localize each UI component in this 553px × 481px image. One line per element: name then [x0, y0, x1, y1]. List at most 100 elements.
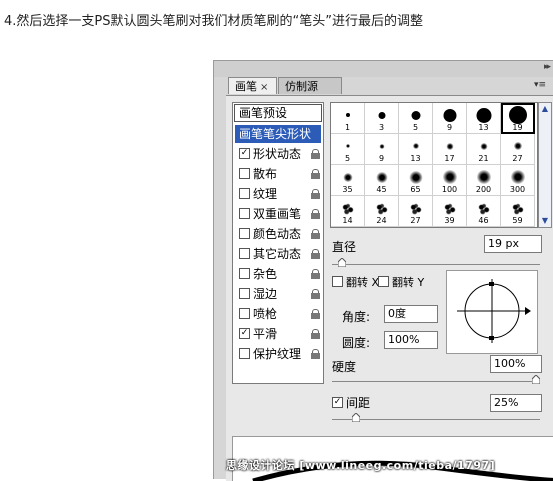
lock-icon[interactable]	[311, 209, 320, 219]
brush-tip-cell[interactable]: 1	[331, 103, 365, 134]
hardness-slider-track[interactable]	[332, 381, 540, 382]
brush-option-1[interactable]: ✓ 形状动态	[235, 145, 321, 163]
lock-icon[interactable]	[311, 349, 320, 359]
spacing[interactable]: ✓ 间距	[332, 394, 370, 411]
close-icon[interactable]: ×	[260, 82, 268, 93]
collapse-icon[interactable]: ▸▸	[544, 62, 551, 72]
brush-option-7[interactable]: 杂色	[235, 265, 321, 283]
brush-tip-cell[interactable]: 300	[501, 165, 535, 196]
brush-option-label: 湿边	[253, 287, 278, 301]
hardness-field[interactable]: 100%	[490, 355, 542, 373]
flip-y[interactable]: 翻转 Y	[378, 274, 424, 290]
brush-size-label: 27	[410, 216, 421, 225]
soft-brush-icon	[476, 170, 491, 184]
flip-y-checkbox[interactable]	[378, 276, 389, 287]
brush-option-checkbox[interactable]: ✓	[239, 148, 250, 159]
spacing-checkbox[interactable]: ✓	[332, 397, 343, 408]
brush-tip-cell[interactable]: 24	[365, 196, 399, 227]
brush-tip-cell[interactable]: 17	[433, 134, 467, 165]
brush-tip-cell[interactable]: 35	[331, 165, 365, 196]
tab-clone-source[interactable]: 仿制源	[278, 77, 342, 94]
brush-option-checkbox[interactable]	[239, 168, 250, 179]
spacing-slider-thumb[interactable]	[352, 413, 360, 422]
brush-tip-cell[interactable]: 3	[365, 103, 399, 134]
soft-brush-icon	[510, 170, 525, 184]
brush-option-11[interactable]: 保护纹理	[235, 345, 321, 363]
scroll-down-icon[interactable]: ▼	[540, 216, 550, 226]
angle-roundness-preview[interactable]	[446, 270, 538, 354]
hardness-slider-thumb[interactable]	[532, 375, 540, 384]
brush-option-checkbox[interactable]	[239, 188, 250, 199]
brush-grid-scrollbar[interactable]: ▲ ▼	[538, 102, 552, 228]
brush-option-3[interactable]: 纹理	[235, 185, 321, 203]
brush-tip-cell[interactable]: 5	[399, 103, 433, 134]
brush-option-checkbox[interactable]	[239, 268, 250, 279]
flip-x[interactable]: 翻转 X	[332, 274, 379, 290]
brush-option-2[interactable]: 散布	[235, 165, 321, 183]
brush-presets-button[interactable]: 画笔预设	[234, 104, 322, 122]
lock-icon[interactable]	[311, 189, 320, 199]
brush-size-label: 3	[378, 123, 385, 132]
brush-option-checkbox[interactable]	[239, 228, 250, 239]
brush-tip-cell[interactable]: 45	[365, 165, 399, 196]
diameter-slider-track[interactable]	[332, 264, 540, 265]
brush-tip-cell[interactable]: 13	[467, 103, 501, 134]
soft-brush-icon	[409, 170, 422, 184]
brush-size-label: 9	[378, 154, 385, 163]
brush-tip-cell[interactable]: 46	[467, 196, 501, 227]
lock-icon[interactable]	[311, 249, 320, 259]
brush-tip-cell[interactable]: 65	[399, 165, 433, 196]
brush-tip-cell[interactable]: 9	[365, 134, 399, 165]
diameter-slider-thumb[interactable]	[338, 258, 346, 267]
crosshair-icon	[457, 279, 531, 343]
brush-tip-cell[interactable]: 100	[433, 165, 467, 196]
tab-brush[interactable]: 画笔 ×	[228, 77, 277, 94]
brush-tip-cell[interactable]: 21	[467, 134, 501, 165]
brush-tip-cell[interactable]: 39	[433, 196, 467, 227]
brush-option-checkbox[interactable]	[239, 288, 250, 299]
brush-tip-cell[interactable]: 19	[501, 103, 535, 134]
brush-option-label: 杂色	[253, 267, 278, 281]
brush-option-0[interactable]: 画笔笔尖形状	[235, 125, 321, 143]
lock-icon[interactable]	[311, 269, 320, 279]
brush-option-checkbox[interactable]	[239, 348, 250, 359]
brush-option-10[interactable]: ✓ 平滑	[235, 325, 321, 343]
panel-title-bar[interactable]: ▸▸	[214, 61, 553, 77]
brush-option-9[interactable]: 喷枪	[235, 305, 321, 323]
brush-option-checkbox[interactable]	[239, 248, 250, 259]
brush-size-label: 39	[444, 216, 455, 225]
spacing-field[interactable]: 25%	[490, 394, 542, 412]
brush-option-5[interactable]: 颜色动态	[235, 225, 321, 243]
brush-tip-cell[interactable]: 14	[331, 196, 365, 227]
brush-option-6[interactable]: 其它动态	[235, 245, 321, 263]
brush-option-8[interactable]: 湿边	[235, 285, 321, 303]
brush-option-checkbox[interactable]	[239, 208, 250, 219]
brush-tip-cell[interactable]: 13	[399, 134, 433, 165]
brush-tip-cell[interactable]: 27	[399, 196, 433, 227]
brush-tip-cell[interactable]: 9	[433, 103, 467, 134]
lock-icon[interactable]	[311, 329, 320, 339]
brush-option-checkbox[interactable]	[239, 308, 250, 319]
scroll-up-icon[interactable]: ▲	[540, 104, 550, 114]
brush-option-4[interactable]: 双重画笔	[235, 205, 321, 223]
lock-icon[interactable]	[311, 229, 320, 239]
lock-icon[interactable]	[311, 149, 320, 159]
panel-menu-icon[interactable]: ▾≡	[533, 79, 547, 91]
brush-tip-cell[interactable]: 59	[501, 196, 535, 227]
angle-field[interactable]: 0度	[384, 305, 438, 323]
lock-icon[interactable]	[311, 309, 320, 319]
flip-x-checkbox[interactable]	[332, 276, 343, 287]
brush-option-checkbox[interactable]: ✓	[239, 328, 250, 339]
roundness-field[interactable]: 100%	[384, 331, 438, 349]
brush-tip-cell[interactable]: 27	[501, 134, 535, 165]
brush-size-label: 13	[478, 123, 489, 132]
diameter-field[interactable]: 19 px	[484, 235, 542, 253]
panel-body: 画笔预设 画笔笔尖形状 ✓ 形状动态散布纹理双重画笔颜色动态其它动态杂色湿边喷枪 ✓ 平…	[226, 95, 553, 481]
brush-tip-cell[interactable]: 5	[331, 134, 365, 165]
brush-tip-cell[interactable]: 200	[467, 165, 501, 196]
brush-option-label: 散布	[253, 167, 278, 181]
lock-icon[interactable]	[311, 169, 320, 179]
spacing-slider-track[interactable]	[332, 419, 540, 420]
brush-size-label: 5	[412, 123, 419, 132]
lock-icon[interactable]	[311, 289, 320, 299]
